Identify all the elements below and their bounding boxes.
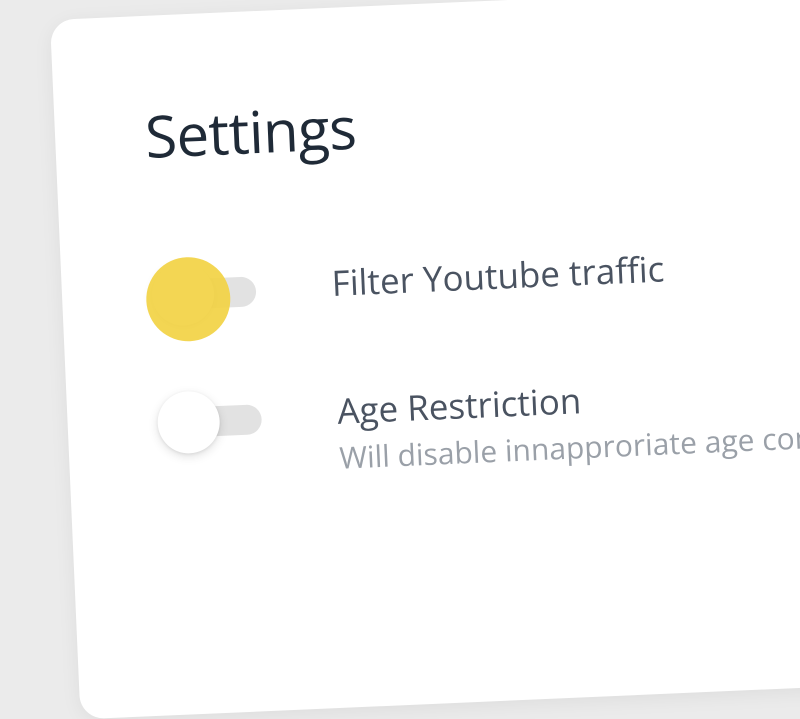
setting-row-age-restriction: Age Restriction Will disable innapproria… bbox=[156, 361, 800, 486]
settings-list: Filter Youtube traffic Age Restriction W… bbox=[151, 233, 800, 486]
filter-youtube-toggle[interactable] bbox=[151, 260, 261, 267]
setting-label: Filter Youtube traffic bbox=[331, 237, 800, 306]
toggle-knob bbox=[156, 390, 221, 455]
settings-card: Settings Filter Youtube traffic Age Rest… bbox=[50, 0, 800, 719]
highlight-icon bbox=[145, 255, 233, 343]
setting-row-filter-youtube: Filter Youtube traffic bbox=[151, 233, 800, 314]
page-title: Settings bbox=[143, 65, 800, 175]
age-restriction-toggle[interactable] bbox=[156, 387, 266, 394]
setting-text: Age Restriction Will disable innapproria… bbox=[336, 361, 800, 478]
setting-text: Filter Youtube traffic bbox=[331, 233, 800, 306]
